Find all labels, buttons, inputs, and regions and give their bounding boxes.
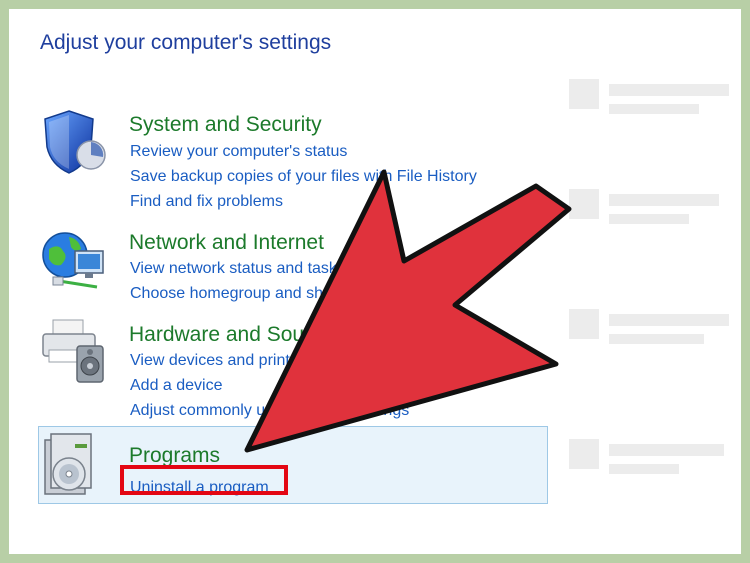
red-arrow-overlay <box>244 169 572 453</box>
control-panel-window: Adjust your computer's settings System a… <box>9 9 741 554</box>
